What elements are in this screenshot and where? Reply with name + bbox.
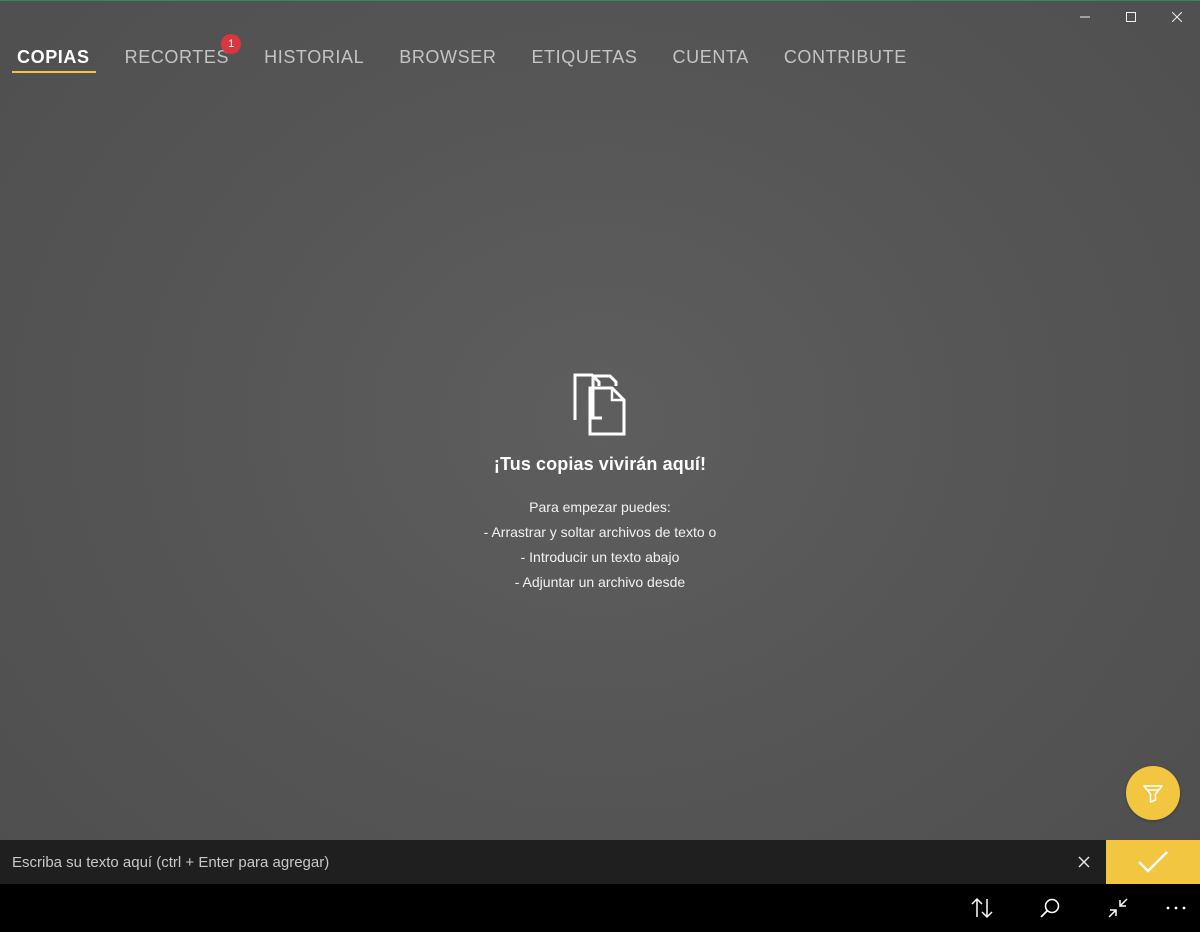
filter-fab-button[interactable] [1126, 766, 1180, 820]
copy-documents-icon [573, 373, 626, 436]
instruction-line: - Adjuntar un archivo desde [514, 574, 686, 590]
instruction-line: - Introducir un texto abajo [520, 549, 680, 565]
app-window: COPIAS RECORTES 1 HISTORIAL BROWSER ETIQ… [0, 0, 1200, 932]
maximize-icon [1126, 12, 1136, 22]
tab-label: ETIQUETAS [531, 47, 638, 67]
maximize-button[interactable] [1108, 1, 1154, 33]
filter-icon [1143, 785, 1163, 803]
tab-historial[interactable]: HISTORIAL [264, 44, 364, 74]
tab-etiquetas[interactable]: ETIQUETAS [531, 44, 637, 74]
tab-label: BROWSER [399, 47, 497, 67]
empty-state: ¡Tus copias vivirán aquí! Para empezar p… [0, 372, 1200, 595]
minimize-icon [1080, 16, 1090, 18]
window-accent-line [0, 0, 1200, 1]
text-input-wrapper [0, 840, 1106, 884]
tab-copias[interactable]: COPIAS [12, 44, 96, 74]
instruction-line: - Arrastrar y soltar archivos de texto o [483, 524, 717, 540]
more-options-button[interactable] [1152, 884, 1200, 932]
command-bar [0, 884, 1200, 932]
tab-label: CUENTA [672, 47, 749, 67]
close-icon [1172, 12, 1182, 22]
tab-bar: COPIAS RECORTES 1 HISTORIAL BROWSER ETIQ… [0, 34, 907, 76]
window-controls [1062, 1, 1200, 33]
tab-browser[interactable]: BROWSER [399, 44, 496, 74]
search-icon [1040, 898, 1060, 918]
collapse-icon [1108, 898, 1128, 918]
tab-label: COPIAS [17, 47, 90, 67]
tab-contribute[interactable]: CONTRIBUTE [784, 44, 907, 74]
tab-recortes[interactable]: RECORTES 1 [124, 34, 242, 74]
empty-state-title: ¡Tus copias vivirán aquí! [493, 454, 707, 474]
close-window-button[interactable] [1154, 1, 1200, 33]
close-icon [1078, 856, 1090, 868]
minimize-button[interactable] [1062, 1, 1108, 33]
tab-label: CONTRIBUTE [783, 47, 907, 67]
tab-label: RECORTES [124, 47, 230, 67]
text-input-bar [0, 840, 1200, 884]
checkmark-icon [1138, 851, 1168, 873]
sort-icon [971, 897, 993, 919]
search-button[interactable] [1026, 884, 1074, 932]
empty-state-instructions: Para empezar puedes: - Arrastrar y solta… [0, 495, 1200, 595]
new-copy-text-input[interactable] [0, 840, 1050, 884]
collapse-button[interactable] [1094, 884, 1142, 932]
add-copy-button[interactable] [1106, 840, 1200, 884]
active-tab-indicator [12, 71, 96, 73]
clear-text-button[interactable] [1074, 852, 1094, 872]
instruction-line: Para empezar puedes: [529, 499, 671, 515]
tab-cuenta[interactable]: CUENTA [673, 44, 749, 74]
more-icon [1166, 906, 1186, 910]
sort-button[interactable] [958, 884, 1006, 932]
tab-label: HISTORIAL [264, 47, 365, 67]
notification-badge: 1 [221, 34, 242, 54]
